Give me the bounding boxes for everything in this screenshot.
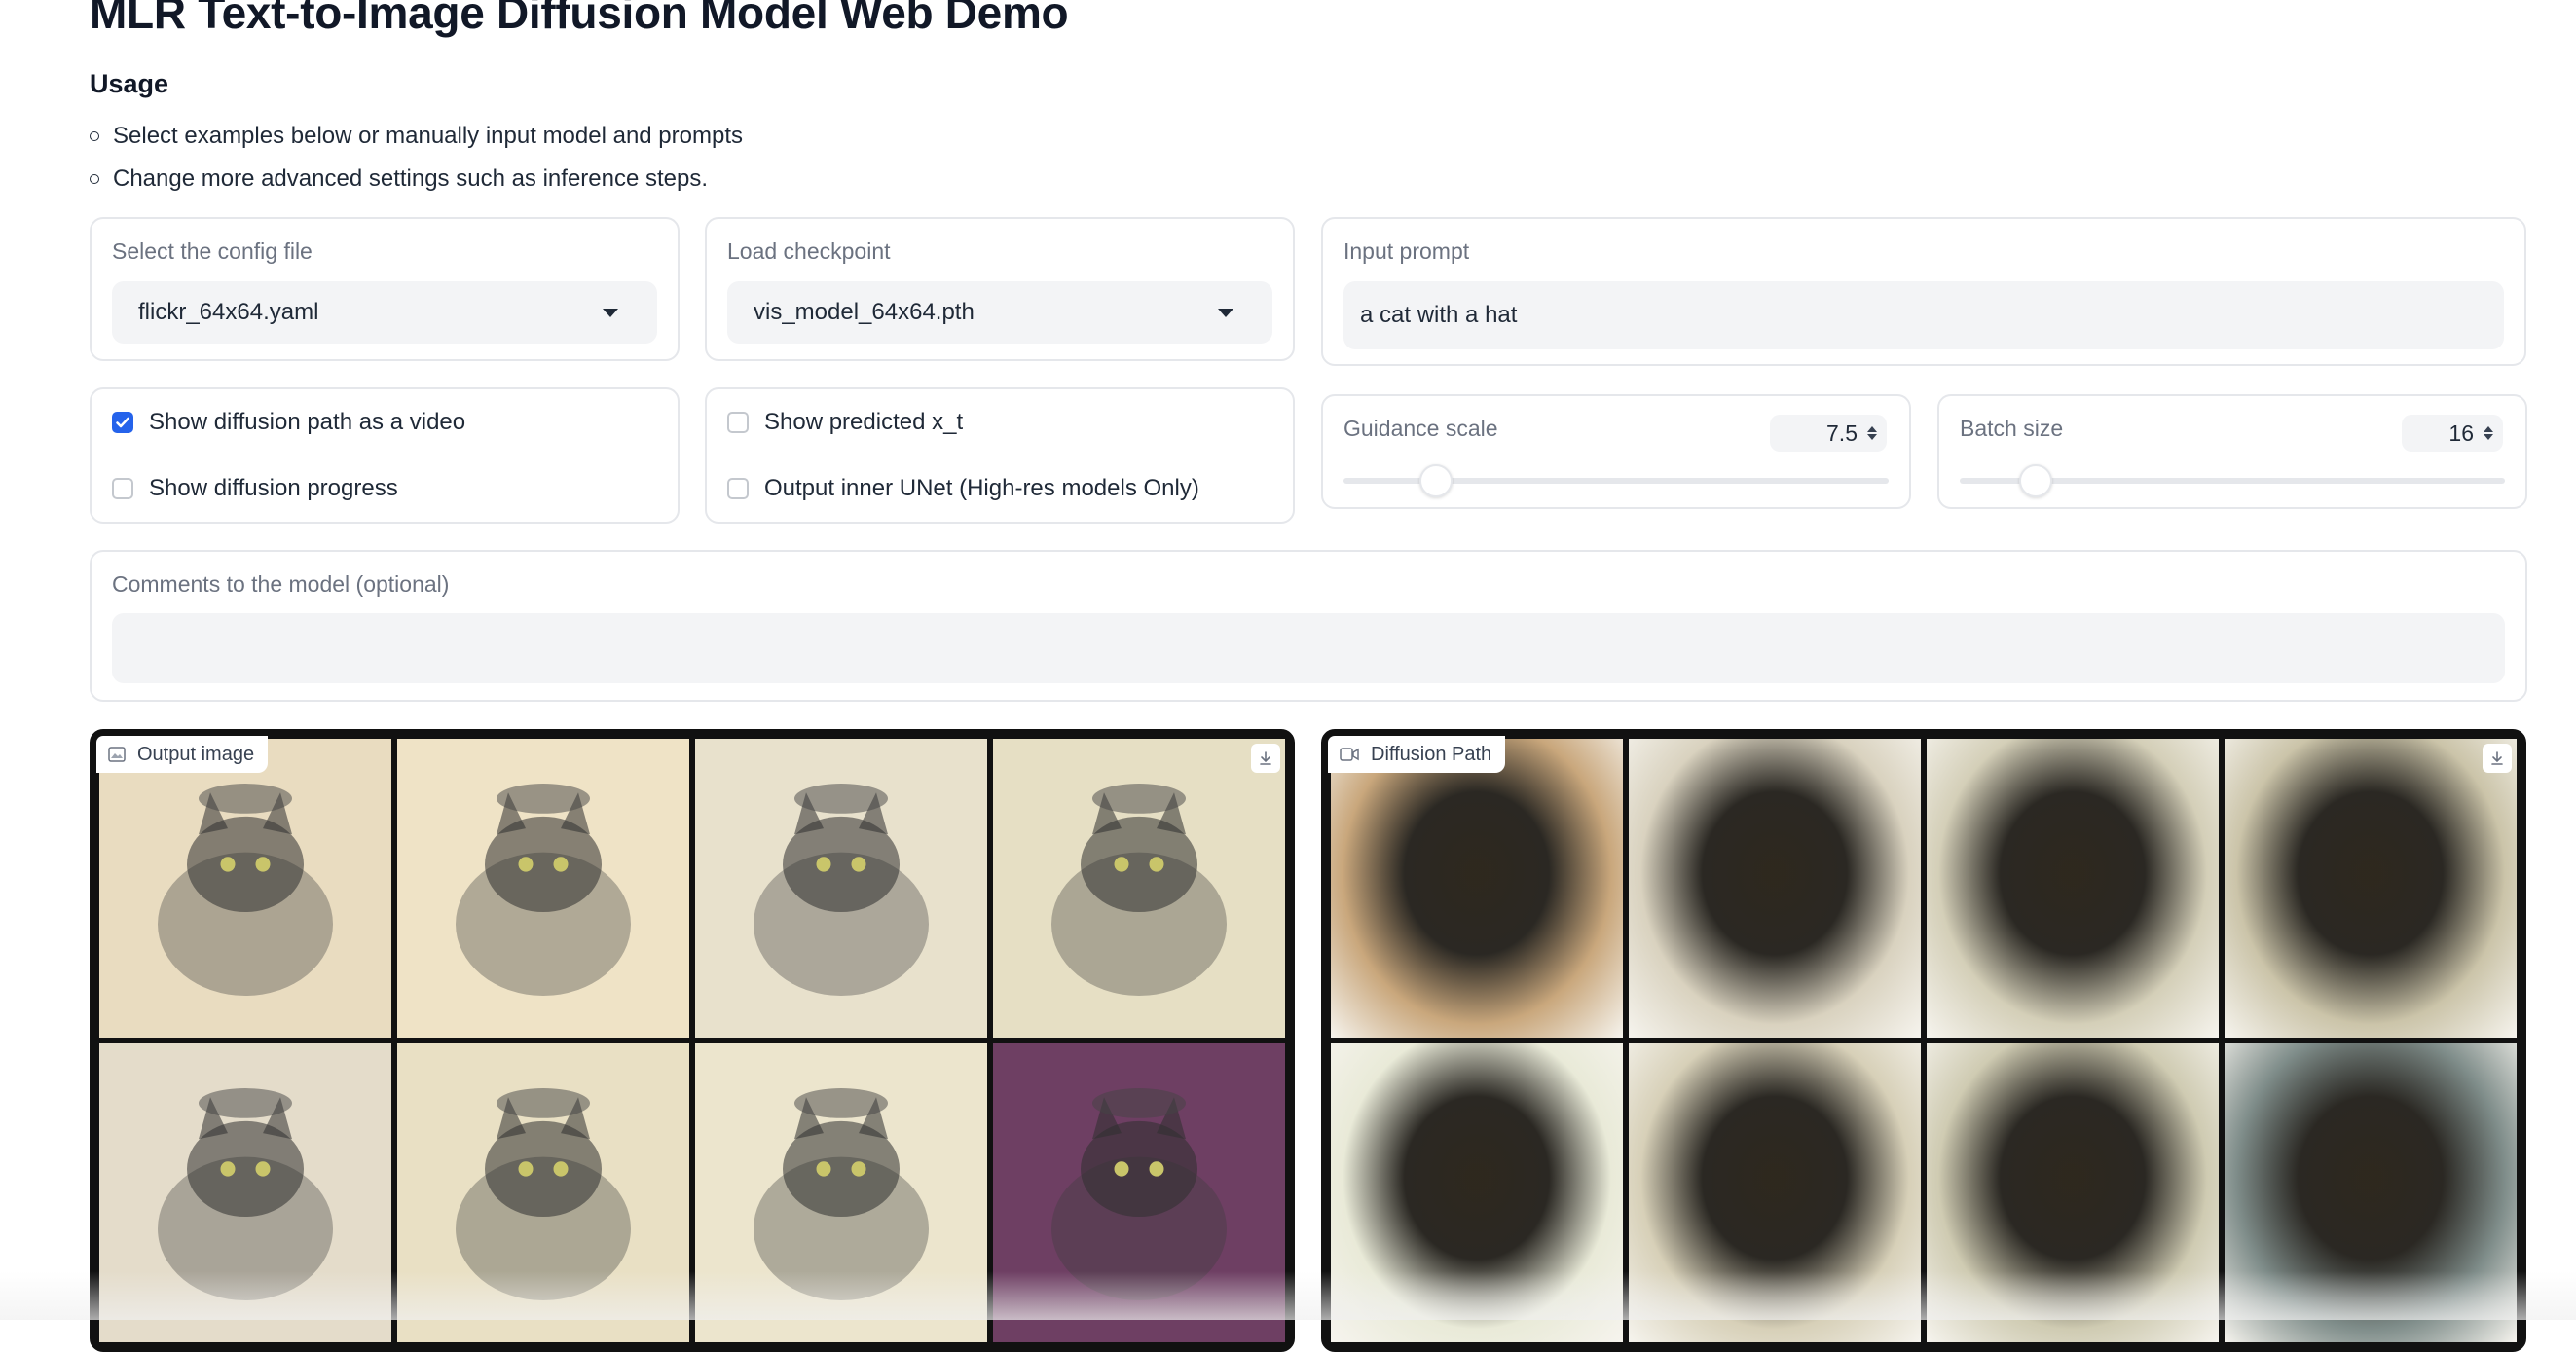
bottom-fade — [0, 1271, 2576, 1320]
checkbox-label: Show diffusion progress — [149, 475, 398, 501]
diffusion-tile — [1927, 739, 2219, 1038]
checkbox-empty-icon — [112, 478, 133, 499]
output-image-tag: Output image — [96, 736, 269, 773]
show-path-video-checkbox[interactable]: Show diffusion path as a video — [112, 409, 465, 436]
options-left-panel: Show diffusion path as a video Show diff… — [90, 387, 680, 524]
diffusion-path-grid — [1328, 736, 2520, 1345]
checkbox-label: Show predicted x_t — [764, 409, 964, 435]
guidance-number-input[interactable]: 7.5 — [1770, 415, 1887, 452]
options-right-panel: Show predicted x_t Output inner UNet (Hi… — [705, 387, 1295, 524]
config-label: Select the config file — [112, 238, 313, 264]
output-image-tile — [99, 739, 391, 1038]
guidance-label: Guidance scale — [1343, 416, 1498, 441]
chevron-down-icon — [1218, 308, 1233, 317]
batch-label: Batch size — [1960, 416, 2064, 441]
output-inner-unet-checkbox[interactable]: Output inner UNet (High-res models Only) — [727, 475, 1199, 502]
output-image-label: Output image — [137, 743, 255, 765]
guidance-slider-thumb[interactable] — [1419, 464, 1454, 497]
comments-panel: Comments to the model (optional) — [90, 550, 2527, 702]
checkbox-empty-icon — [727, 478, 749, 499]
diffusion-tile — [1331, 739, 1623, 1038]
output-image-tile — [695, 739, 987, 1038]
config-dropdown[interactable]: flickr_64x64.yaml — [112, 281, 657, 344]
usage-item: Change more advanced settings such as in… — [90, 158, 743, 201]
download-icon[interactable] — [1251, 744, 1280, 773]
checkbox-label: Output inner UNet (High-res models Only) — [764, 475, 1199, 501]
output-image-tile — [993, 739, 1285, 1038]
show-progress-checkbox[interactable]: Show diffusion progress — [112, 475, 398, 502]
download-icon[interactable] — [2483, 744, 2512, 773]
comments-input[interactable] — [112, 613, 2505, 683]
output-image-tile — [397, 739, 689, 1038]
show-predicted-checkbox[interactable]: Show predicted x_t — [727, 409, 963, 436]
checkbox-empty-icon — [727, 412, 749, 433]
usage-heading: Usage — [90, 69, 169, 98]
diffusion-path-tag: Diffusion Path — [1328, 736, 1506, 773]
batch-value: 16 — [2448, 420, 2474, 446]
batch-panel: Batch size 16 — [1937, 394, 2527, 509]
guidance-panel: Guidance scale 7.5 — [1321, 394, 1911, 509]
chevron-down-icon — [603, 308, 618, 317]
output-image-grid — [96, 736, 1288, 1345]
spinner-icon[interactable] — [2484, 426, 2493, 440]
diffusion-tile — [2225, 739, 2517, 1038]
diffusion-path-label: Diffusion Path — [1371, 743, 1492, 765]
checkbox-label: Show diffusion path as a video — [149, 409, 466, 435]
page-title: MLR Text-to-Image Diffusion Model Web De… — [90, 0, 1069, 38]
usage-list: Select examples below or manually input … — [90, 115, 743, 201]
prompt-label: Input prompt — [1343, 238, 1470, 264]
guidance-value: 7.5 — [1826, 420, 1858, 446]
spinner-icon[interactable] — [1867, 426, 1877, 440]
checkbox-checked-icon — [112, 412, 133, 433]
checkpoint-label: Load checkpoint — [727, 238, 891, 264]
config-value: flickr_64x64.yaml — [138, 299, 319, 325]
diffusion-tile — [1629, 739, 1921, 1038]
checkpoint-value: vis_model_64x64.pth — [754, 299, 975, 325]
checkpoint-dropdown[interactable]: vis_model_64x64.pth — [727, 281, 1272, 344]
prompt-input[interactable]: a cat with a hat — [1343, 281, 2504, 349]
comments-label: Comments to the model (optional) — [112, 571, 450, 597]
config-panel: Select the config file flickr_64x64.yaml — [90, 217, 680, 361]
output-image-panel: Output image — [90, 729, 1295, 1352]
batch-slider-thumb[interactable] — [2019, 464, 2053, 497]
prompt-value: a cat with a hat — [1360, 302, 1518, 328]
image-icon — [108, 747, 126, 762]
usage-item: Select examples below or manually input … — [90, 115, 743, 158]
batch-number-input[interactable]: 16 — [2402, 415, 2503, 452]
video-icon — [1340, 748, 1359, 761]
prompt-panel: Input prompt a cat with a hat — [1321, 217, 2526, 366]
diffusion-path-panel: Diffusion Path — [1321, 729, 2526, 1352]
checkpoint-panel: Load checkpoint vis_model_64x64.pth — [705, 217, 1295, 361]
